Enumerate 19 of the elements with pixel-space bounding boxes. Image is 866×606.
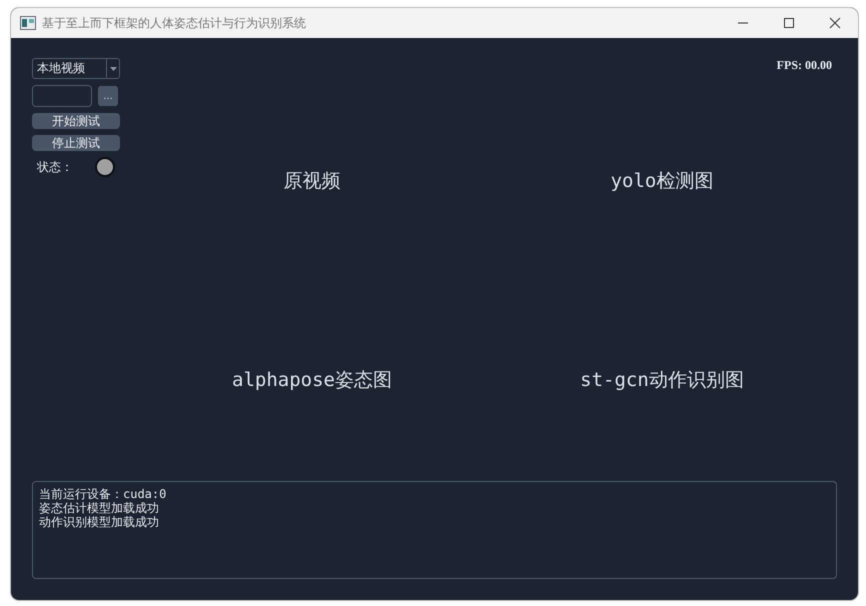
browse-button[interactable]: ... [98,86,118,106]
app-icon [20,16,36,30]
view-label: alphapose姿态图 [232,368,392,393]
source-dropdown[interactable]: 本地视频 [32,58,120,79]
fps-counter: FPS: 00.00 [776,58,832,74]
view-label: yolo检测图 [610,169,714,194]
maximize-icon[interactable] [783,17,795,29]
close-icon[interactable] [829,17,841,29]
log-line: 姿态估计模型加载成功 [39,501,160,515]
log-line: 当前运行设备：cuda:0 [39,487,168,501]
log-line: 动作识别模型加载成功 [39,515,160,529]
view-label: 原视频 [284,169,340,194]
test-button[interactable]: 开始测试 [32,113,120,129]
view-label: st-gcn动作识别图 [580,368,744,393]
status-label: 状态： [37,158,73,176]
caret-icon [110,66,116,70]
window-title: 基于至上而下框架的人体姿态估计与行为识别系统 [42,14,306,32]
path-field[interactable] [32,85,92,107]
test-button[interactable]: 停止测试 [32,135,120,151]
